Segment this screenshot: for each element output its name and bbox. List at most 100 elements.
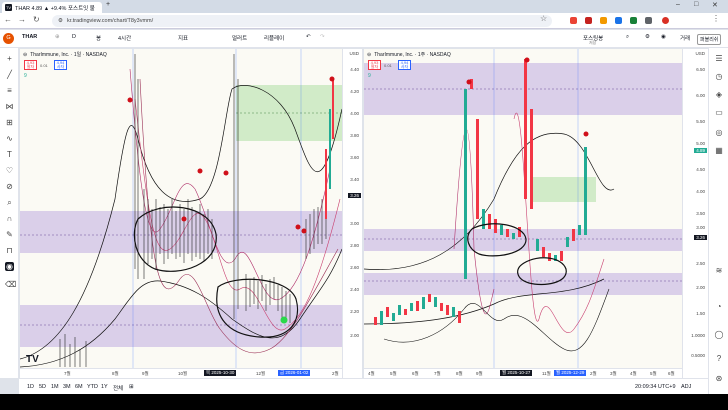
projection-icon[interactable]: ⊞ [5,118,14,127]
avatar[interactable]: G [3,33,14,44]
left-price-axis[interactable]: USD 4.40 4.20 4.00 3.80 3.60 3.40 3.26 3… [342,49,362,378]
browser-tab[interactable]: TV THAR 4.89 ▲ +9.4% 포스트잇 불 [2,2,102,13]
currency-label: USD [349,51,359,56]
indicators-button[interactable]: 지표 [178,34,188,42]
profile-icon[interactable] [662,17,669,24]
maximize-icon[interactable]: □ [694,1,698,8]
ruler-icon[interactable]: ⊘ [5,182,14,191]
collapse-icon[interactable]: ⊖ [367,52,371,58]
tab-title: THAR 4.89 ▲ +9.4% 포스트잇 불 [15,5,95,12]
camera-icon[interactable]: ◉ [661,34,666,40]
new-tab-icon[interactable]: + [106,1,110,8]
layers-icon[interactable]: ◈ [714,90,724,100]
notifications-icon[interactable]: ◔ [714,302,724,312]
messages-icon[interactable]: ◯ [714,330,724,340]
timeframe-5d[interactable]: 5D [39,384,46,390]
collapse-icon[interactable]: ⊖ [23,52,27,58]
back-icon[interactable]: ← [4,15,12,24]
extension-icon[interactable] [615,17,622,24]
timeframe-1y[interactable]: 1Y [101,384,108,390]
replay-button[interactable]: 리플레이 [264,34,284,42]
price-tick: 2.80 [350,243,359,248]
left-chart-canvas[interactable]: TV [20,49,362,378]
reload-icon[interactable]: ↻ [33,15,40,24]
undo-icon[interactable]: ↶ [306,34,311,40]
watchlist-icon[interactable]: ☰ [714,54,724,64]
right-chart-canvas[interactable] [364,49,708,378]
ideas-icon[interactable]: ◎ [714,128,724,138]
candles-button[interactable]: 봉 [96,34,101,42]
forward-icon[interactable]: → [18,15,26,24]
buy-button[interactable]: 4.94 사자 [398,60,411,70]
price-tick: 1.0000 [691,333,705,338]
zoom-icon[interactable]: ⌕ [5,198,14,207]
timeframe-1m[interactable]: 1M [51,384,59,390]
timeframe-ytd[interactable]: YTD [87,384,98,390]
chat-icon[interactable]: ▭ [714,108,724,118]
menu-icon[interactable]: ⋮ [712,14,720,23]
lock-icon[interactable]: ⊓ [5,246,14,255]
symbol-add-icon[interactable]: ⊕ [55,34,60,40]
extension-icon[interactable] [570,17,577,24]
interval-button[interactable]: D [72,34,76,40]
left-time-axis[interactable]: 7월 8월 9월 10월 목 2025-10-30 12월 금 2026-01-… [20,368,342,378]
price-tick: 2.60 [350,265,359,270]
price-tick: 2.40 [350,287,359,292]
time-tick: 4월 [368,371,375,376]
extension-icon[interactable] [645,17,652,24]
sell-button[interactable]: 4.93 팔자 [24,60,37,70]
adj-toggle[interactable]: ADJ [681,384,691,390]
symbol-search[interactable]: THAR [22,34,37,40]
pattern-icon[interactable]: ⋈ [5,102,14,111]
help-icon[interactable]: ? [714,354,724,364]
search-icon[interactable]: ⌕ [626,34,629,41]
icons-heart-icon[interactable]: ♡ [5,166,14,175]
compare-interval-button[interactable]: 4시간 [118,34,131,42]
trend-line-icon[interactable]: ╱ [5,70,14,79]
text-icon[interactable]: T [5,150,14,159]
brush-icon[interactable]: ∿ [5,134,14,143]
time-tick: 9월 [142,371,149,376]
minimize-icon[interactable]: – [676,1,680,8]
fib-icon[interactable]: ≡ [5,86,14,95]
trade-button[interactable]: 거래 [680,34,690,42]
price-tick: 3.50 [696,211,705,216]
date-range-icon[interactable]: ⊞ [129,384,134,390]
right-price-axis[interactable]: USD 6.50 6.00 5.50 5.00 4.89 4.50 4.00 3… [682,49,708,378]
url-field[interactable]: ⚙ kr.tradingview.com/chart/T8y3vmm/ [52,15,552,27]
alerts-button[interactable]: 얼러트 [232,34,247,42]
price-tick: 5.00 [696,141,705,146]
settings-icon[interactable]: ⚙ [645,34,650,40]
alerts-clock-icon[interactable]: ◷ [714,72,724,82]
left-chart-pane[interactable]: TV ⊖ TharImmune, Inc. · 1일 · NASDAQ 4.93… [20,49,362,378]
price-tag: 3.26 [694,235,707,240]
extension-icon[interactable] [585,17,592,24]
redo-icon[interactable]: ↷ [320,34,325,40]
extension-icon[interactable] [600,17,607,24]
timeframe-1d[interactable]: 1D [27,384,34,390]
right-time-axis[interactable]: 4월 5월 6월 7월 8월 9월 월 2025-10-27 11월 월 202… [364,368,682,378]
crosshair-icon[interactable]: + [5,54,14,63]
sell-button[interactable]: 4.93 팔자 [368,60,381,70]
price-tick: 2.00 [696,285,705,290]
hotlist-icon[interactable]: ⊛ [714,374,724,384]
spread-value: 0.01 [40,63,48,68]
buy-button[interactable]: 4.94 사자 [54,60,67,70]
timeframe-3m[interactable]: 3M [63,384,71,390]
right-chart-pane[interactable]: ⊖ TharImmune, Inc. · 1주 · NASDAQ 4.93 팔자 … [364,49,708,378]
timeframe-all[interactable]: 전체 [113,384,123,392]
clock-text[interactable]: 20:09:34 UTC+9 [635,384,676,390]
magnet-icon[interactable]: ∩ [5,214,14,223]
pencil-lock-icon[interactable]: ✎ [5,230,14,239]
close-window-icon[interactable]: ✕ [712,1,718,9]
extension-icon[interactable] [630,17,637,24]
timeframe-6m[interactable]: 6M [75,384,83,390]
eye-icon[interactable]: ◉ [5,262,14,271]
signal-icon[interactable]: ≋ [714,266,724,276]
calendar-icon[interactable]: ▦ [714,146,724,156]
bookmark-star-icon[interactable]: ☆ [540,14,547,23]
trash-icon[interactable]: ⌫ [5,280,16,289]
site-info-icon[interactable]: ⚙ [58,18,63,24]
price-tick: 4.50 [696,167,705,172]
publish-button[interactable]: 퍼블리쉬 [697,34,722,45]
